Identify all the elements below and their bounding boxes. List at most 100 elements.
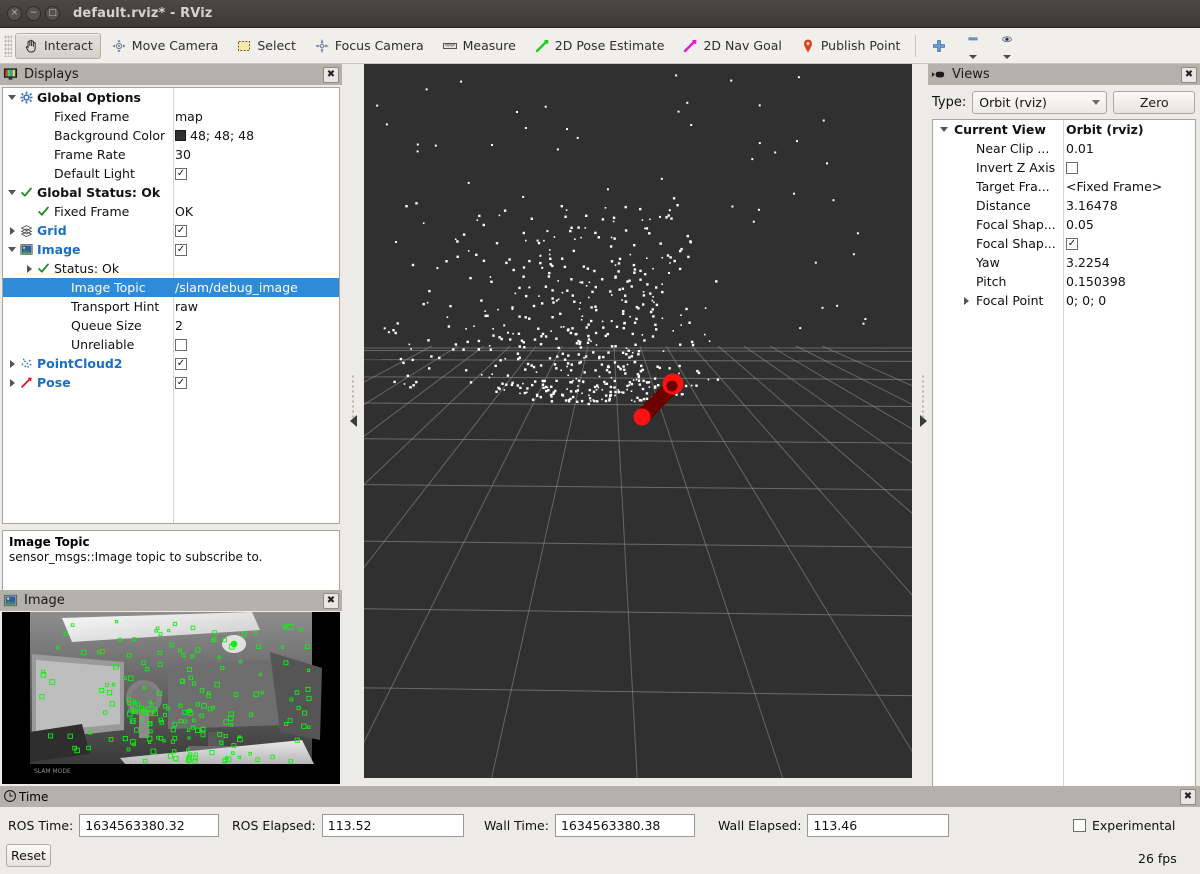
splitter-grip[interactable]	[921, 374, 925, 418]
tree-cell-value[interactable]: OK	[175, 202, 193, 221]
displays-tree-row[interactable]: Fixed Frame map	[3, 107, 339, 126]
displays-tree-row[interactable]: Status: Ok	[3, 259, 339, 278]
expand-arrow-down-icon[interactable]	[937, 127, 951, 132]
tree-cell-value[interactable]: 0; 0; 0	[1066, 291, 1106, 310]
tree-cell-value[interactable]: 3.16478	[1066, 196, 1118, 215]
left-splitter[interactable]	[342, 64, 364, 778]
checkbox-checked[interactable]: ✓	[175, 357, 187, 370]
tool-publish-point[interactable]: Publish Point	[792, 33, 909, 59]
displays-tree-row[interactable]: Frame Rate 30	[3, 145, 339, 164]
displays-tree-row[interactable]: PointCloud2 ✓	[3, 354, 339, 373]
displays-tree-row[interactable]: Pose ✓	[3, 373, 339, 392]
render-viewport[interactable]	[364, 64, 912, 778]
displays-tree-row[interactable]: Grid ✓	[3, 221, 339, 240]
displays-tree-row[interactable]: Image ✓	[3, 240, 339, 259]
expand-arrow-right-icon[interactable]	[5, 359, 19, 368]
zero-button[interactable]: Zero	[1113, 90, 1196, 114]
camera-image-view[interactable]: SLAM MODE	[2, 612, 340, 784]
ros-elapsed-input[interactable]: 113.52	[321, 814, 464, 837]
checkbox-checked[interactable]: ✓	[175, 224, 187, 237]
checkbox-checked[interactable]: ✓	[175, 376, 187, 389]
tree-cell-value[interactable]: ✓	[175, 373, 187, 392]
tree-cell-value[interactable]	[175, 335, 187, 354]
tree-cell-value[interactable]: 30	[175, 145, 191, 164]
checkbox-unchecked[interactable]	[1066, 161, 1078, 174]
wall-time-input[interactable]: 1634563380.38	[554, 814, 695, 837]
checkbox-checked[interactable]: ✓	[1066, 237, 1078, 250]
expand-arrow-right-icon[interactable]	[5, 378, 19, 387]
views-tree-row[interactable]: Focal Point 0; 0; 0	[933, 291, 1195, 310]
visibility-button[interactable]	[991, 33, 1023, 59]
tool-measure[interactable]: Measure	[434, 33, 524, 59]
splitter-grip[interactable]	[351, 374, 355, 418]
displays-tree-row[interactable]: Global Status: Ok	[3, 183, 339, 202]
tree-cell-value[interactable]: 0.150398	[1066, 272, 1126, 291]
remove-tool-button[interactable]	[957, 33, 989, 59]
tree-cell-value[interactable]: <Fixed Frame>	[1066, 177, 1162, 196]
tool-select[interactable]: Select	[228, 33, 304, 59]
toolbar-grip[interactable]	[4, 34, 12, 57]
tree-cell-value[interactable]: 2	[175, 316, 183, 335]
tool-interact[interactable]: Interact	[15, 32, 101, 59]
tree-cell-value[interactable]: ✓	[1066, 234, 1078, 253]
tree-cell-value[interactable]: 3.2254	[1066, 253, 1110, 272]
tree-cell-value[interactable]: Orbit (rviz)	[1066, 120, 1144, 139]
displays-tree-row[interactable]: Transport Hint raw	[3, 297, 339, 316]
views-tree-row[interactable]: Focal Shap... ✓	[933, 234, 1195, 253]
displays-tree-row[interactable]: Unreliable	[3, 335, 339, 354]
checkbox-checked[interactable]: ✓	[175, 243, 187, 256]
tree-cell-value[interactable]: 0.05	[1066, 215, 1094, 234]
tree-cell-value[interactable]: ✓	[175, 221, 187, 240]
expand-arrow-down-icon[interactable]	[5, 247, 19, 252]
tool-focus-camera[interactable]: Focus Camera	[306, 33, 432, 59]
tree-cell-value[interactable]: 48; 48; 48	[175, 126, 254, 145]
views-tree-row[interactable]: Pitch 0.150398	[933, 272, 1195, 291]
views-tree-row[interactable]: Distance 3.16478	[933, 196, 1195, 215]
expand-arrow-down-icon[interactable]	[5, 190, 19, 195]
views-tree-row[interactable]: Near Clip ... 0.01	[933, 139, 1195, 158]
tree-cell-value[interactable]: raw	[175, 297, 198, 316]
view-type-dropdown[interactable]: Orbit (rviz)	[972, 90, 1108, 114]
tree-cell-value[interactable]: /slam/debug_image	[175, 278, 298, 297]
views-tree-row[interactable]: Target Fra... <Fixed Frame>	[933, 177, 1195, 196]
tree-cell-value[interactable]: ✓	[175, 164, 187, 183]
expand-arrow-right-icon[interactable]	[22, 264, 36, 273]
tree-cell-value[interactable]: ✓	[175, 240, 187, 259]
displays-tree-row[interactable]: Image Topic/slam/debug_image	[3, 278, 339, 297]
tree-cell-value[interactable]	[1066, 158, 1078, 177]
checkbox-checked[interactable]: ✓	[175, 167, 187, 180]
displays-tree-row[interactable]: Background Color 48; 48; 48	[3, 126, 339, 145]
tool-move-camera[interactable]: Move Camera	[103, 33, 227, 59]
displays-tree-row[interactable]: Fixed Frame OK	[3, 202, 339, 221]
add-tool-button[interactable]	[923, 33, 955, 59]
views-tree-row[interactable]: Yaw 3.2254	[933, 253, 1195, 272]
views-tree-row[interactable]: Focal Shap... 0.05	[933, 215, 1195, 234]
displays-tree[interactable]: Global Options Fixed Frame map Background C…	[2, 87, 340, 524]
reset-button[interactable]: Reset	[6, 844, 51, 867]
close-window-button[interactable]: ×	[7, 6, 22, 21]
minimize-window-button[interactable]: −	[26, 6, 41, 21]
tool-2d-pose-estimate[interactable]: 2D Pose Estimate	[526, 33, 673, 59]
tree-cell-value[interactable]: map	[175, 107, 203, 126]
views-tree-row[interactable]: Invert Z Axis	[933, 158, 1195, 177]
close-icon[interactable]: ✖	[323, 592, 339, 609]
checkbox-unchecked[interactable]	[175, 338, 187, 351]
displays-tree-row[interactable]: Queue Size 2	[3, 316, 339, 335]
wall-elapsed-input[interactable]: 113.46	[807, 814, 950, 837]
experimental-checkbox[interactable]	[1073, 819, 1086, 832]
close-icon[interactable]: ✖	[1181, 66, 1197, 83]
displays-tree-row[interactable]: Global Options	[3, 88, 339, 107]
expand-arrow-down-icon[interactable]	[5, 95, 19, 100]
displays-tree-row[interactable]: Default Light ✓	[3, 164, 339, 183]
tool-2d-nav-goal[interactable]: 2D Nav Goal	[674, 33, 789, 59]
close-icon[interactable]: ✖	[1180, 789, 1196, 805]
tree-cell-value[interactable]: ✓	[175, 354, 187, 373]
experimental-toggle[interactable]: Experimental	[1073, 818, 1175, 833]
close-icon[interactable]: ✖	[323, 66, 339, 83]
tree-cell-value[interactable]: 0.01	[1066, 139, 1094, 158]
expand-arrow-right-icon[interactable]	[5, 226, 19, 235]
maximize-window-button[interactable]: □	[45, 6, 60, 21]
ros-time-input[interactable]: 1634563380.32	[79, 814, 220, 837]
views-tree-row[interactable]: Current View Orbit (rviz)	[933, 120, 1195, 139]
expand-arrow-right-icon[interactable]	[959, 296, 973, 305]
